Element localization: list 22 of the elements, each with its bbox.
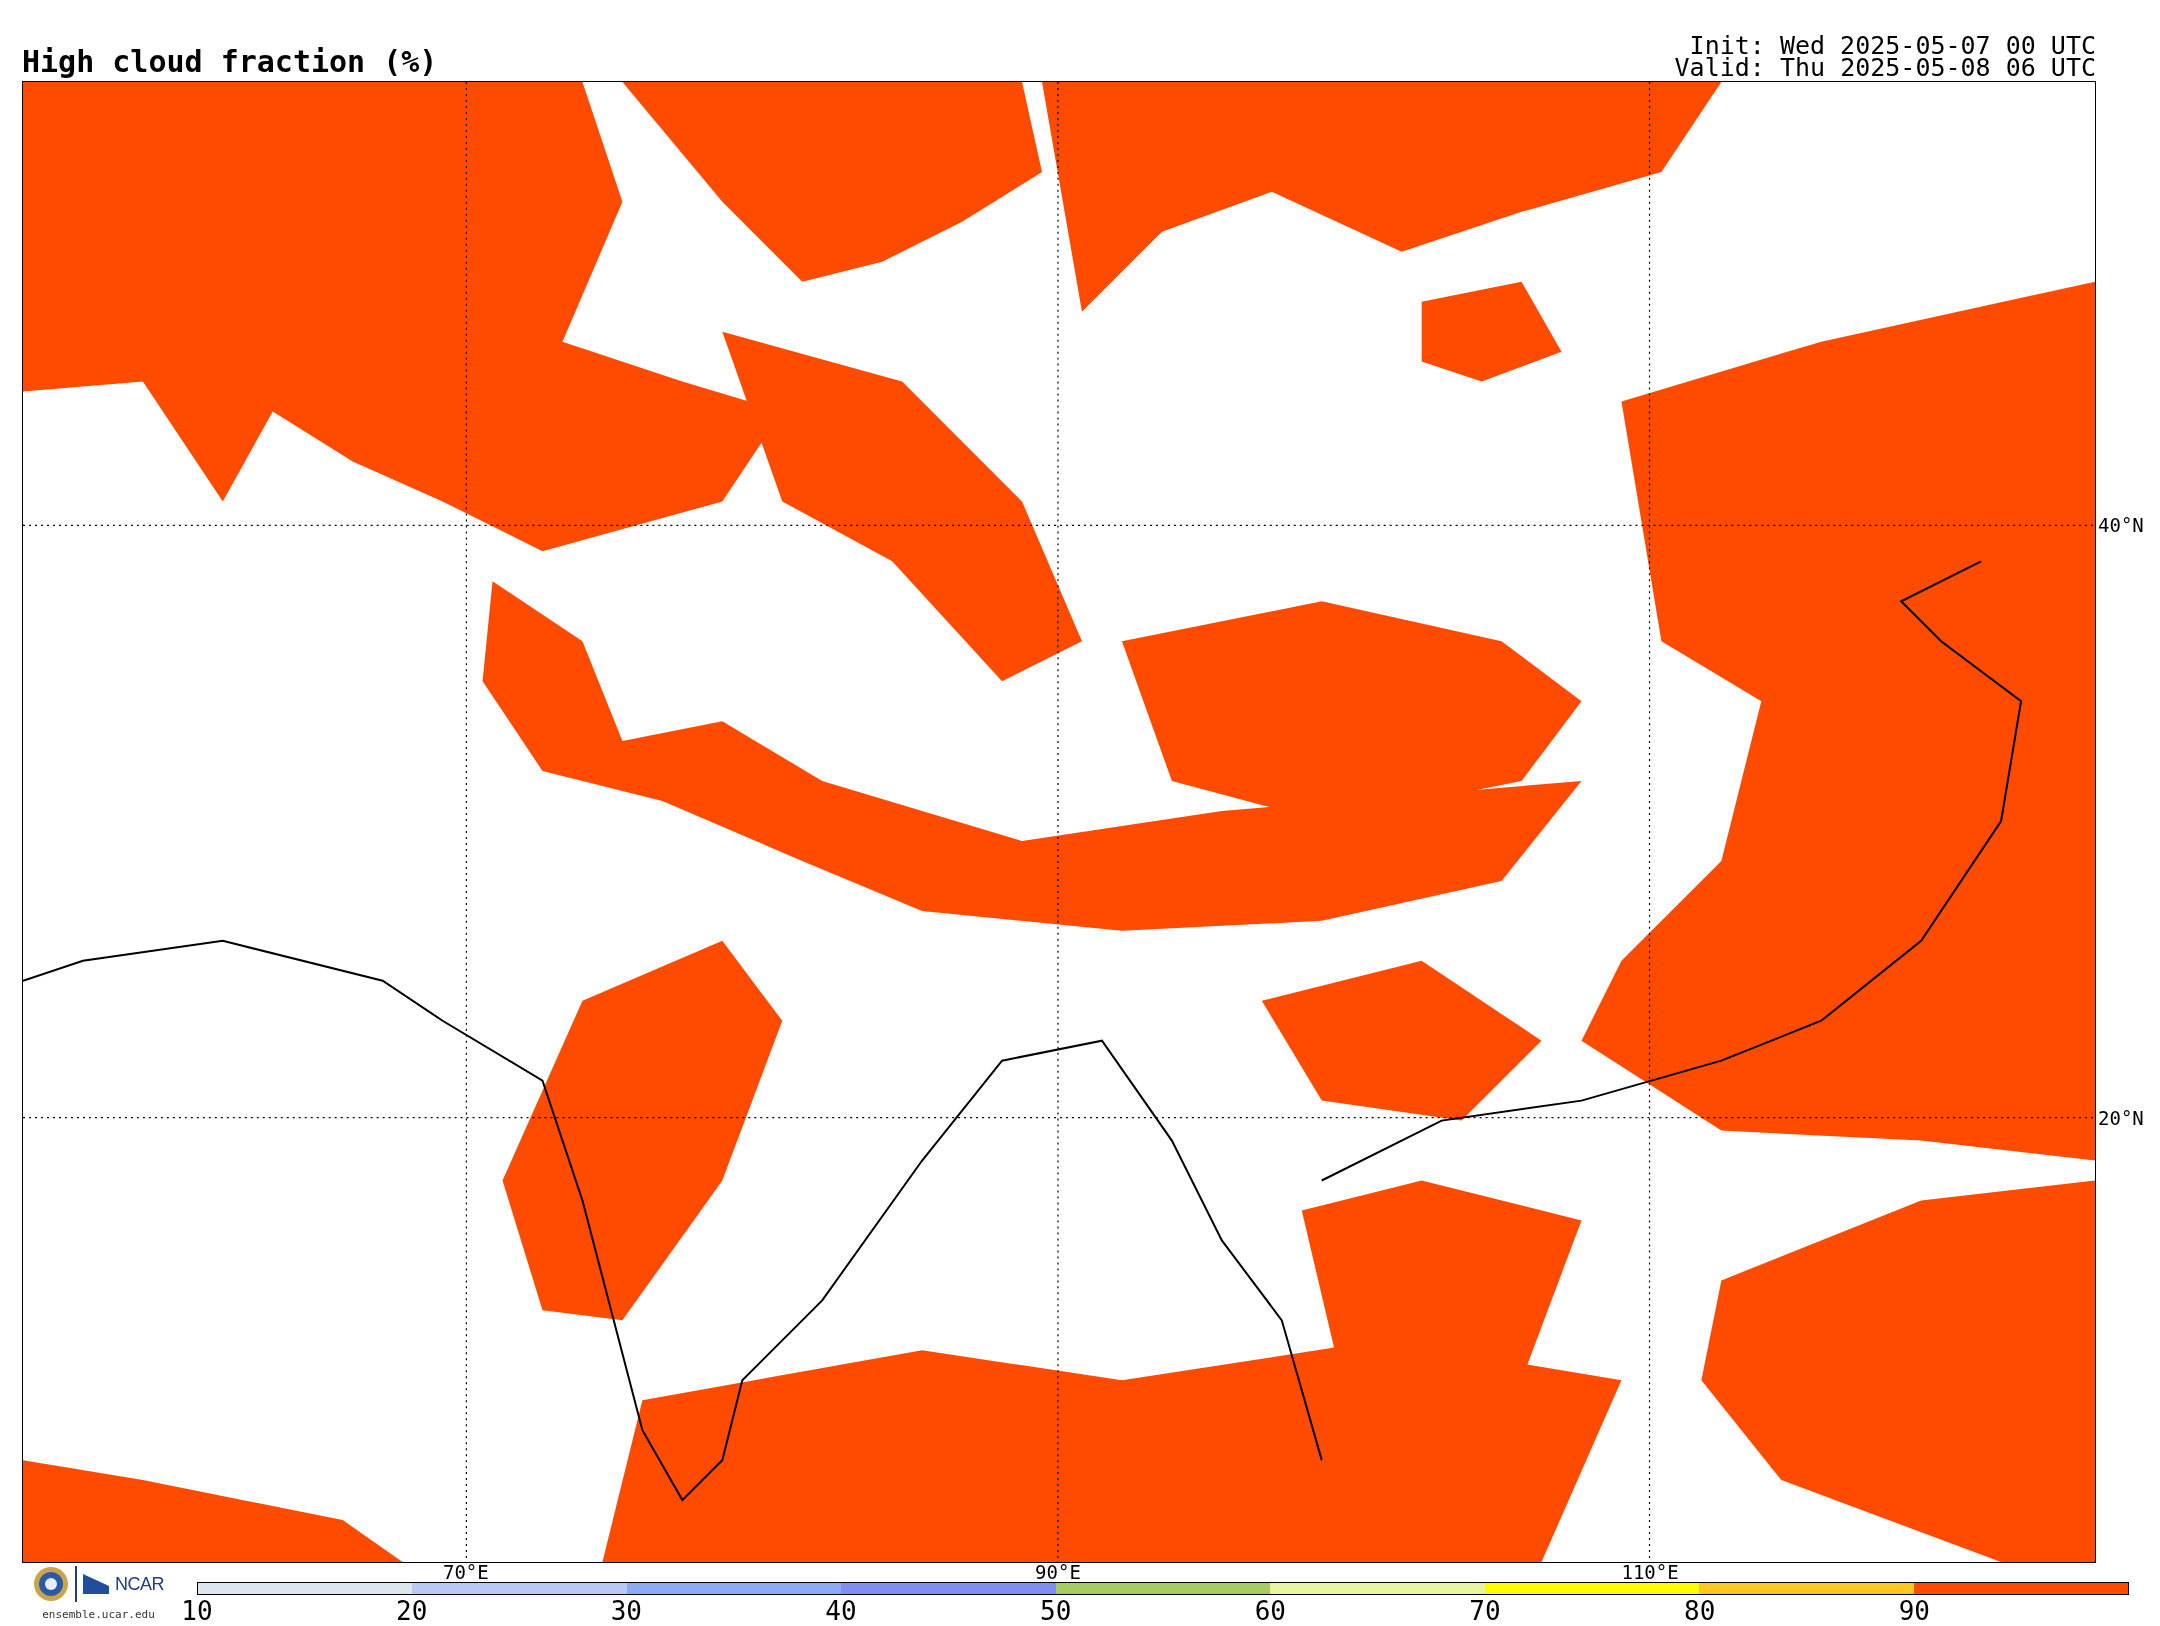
longitude-label: 110°E <box>1621 1563 1679 1582</box>
valid-time: Valid: Thu 2025-05-08 06 UTC <box>1674 57 2096 79</box>
tick-label: 70 <box>1469 1597 1501 1625</box>
logo-icon <box>83 1574 109 1594</box>
init-time: Init: Wed 2025-05-07 00 UTC <box>1689 35 2096 57</box>
tick-label: 30 <box>610 1597 642 1625</box>
tick-label: 50 <box>1040 1597 1072 1625</box>
tick-label: 40 <box>825 1597 857 1625</box>
tick-label: 80 <box>1684 1597 1716 1625</box>
latitude-label: 40°N <box>2098 514 2144 536</box>
seal-icon <box>33 1566 69 1602</box>
chart-title: High cloud fraction (%) <box>22 47 438 81</box>
tick-label: 60 <box>1254 1597 1286 1625</box>
website-url: ensemble.ucar.edu <box>42 1608 155 1621</box>
tick-label: 10 <box>181 1597 213 1625</box>
tick-label: 20 <box>396 1597 428 1625</box>
divider-line <box>75 1566 77 1602</box>
longitude-label: 70°E <box>442 1563 489 1582</box>
tick-label: 90 <box>1898 1597 1930 1625</box>
longitude-label: 90°E <box>1035 1563 1081 1582</box>
logo-text: NCAR <box>115 1573 164 1595</box>
latitude-label: 20°N <box>2098 1106 2144 1129</box>
